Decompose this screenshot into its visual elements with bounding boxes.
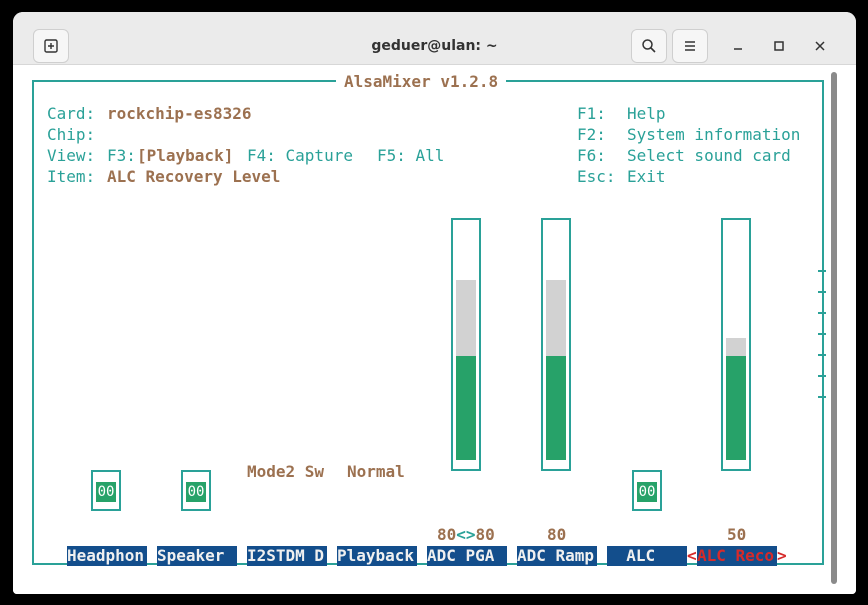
select-card-text: Select sound card	[627, 146, 791, 165]
view-capture[interactable]: F4: Capture	[247, 146, 353, 166]
close-icon	[815, 41, 825, 51]
selected-close-bracket: >	[777, 546, 787, 565]
channel-headphone[interactable]: Headphon	[67, 546, 147, 566]
channel-playback[interactable]: Playback	[337, 546, 417, 566]
scale-tick	[818, 375, 826, 377]
slider-alc-recovery[interactable]	[721, 218, 751, 471]
channel-i2stdm[interactable]: I2STDM D	[247, 546, 327, 566]
switch-speaker[interactable]: 00	[181, 470, 211, 511]
scale-tick	[818, 270, 826, 272]
channel-speaker[interactable]: Speaker	[157, 546, 237, 566]
slider-level	[546, 356, 566, 460]
help-key: F1:	[577, 104, 606, 123]
value-separator: <>	[456, 525, 476, 544]
exit-text: Exit	[627, 167, 666, 186]
switch-alc[interactable]: 00	[632, 470, 662, 511]
slider-level	[456, 356, 476, 460]
scale-tick	[818, 312, 826, 314]
card-value: rockchip-es8326	[107, 104, 252, 123]
sysinfo-text: System information	[627, 125, 801, 144]
search-button[interactable]	[631, 29, 667, 63]
channel-adc-ramp[interactable]: ADC Ramp	[517, 546, 597, 566]
help-text: Help	[627, 104, 666, 123]
switch-value: 00	[637, 482, 657, 502]
mode2-sw-value[interactable]: Normal	[347, 462, 405, 482]
exit-key: Esc:	[577, 167, 616, 186]
close-button[interactable]	[810, 36, 830, 56]
card-label: Card:	[47, 104, 96, 123]
value-right: 80	[475, 525, 495, 544]
scale-tick	[818, 354, 826, 356]
mixer-title: AlsaMixer v1.2.8	[336, 72, 507, 92]
select-card-key: F6:	[577, 146, 606, 165]
minimize-button[interactable]	[728, 36, 748, 56]
switch-headphone[interactable]: 00	[91, 470, 121, 511]
view-all[interactable]: F5: All	[377, 146, 444, 166]
hamburger-menu-icon	[685, 41, 695, 51]
menu-button[interactable]	[672, 29, 708, 63]
channel-alc-recovery-selected[interactable]: ALC Reco	[697, 546, 777, 566]
selected-open-bracket: <	[687, 546, 697, 565]
value-left: 80	[437, 525, 457, 544]
slider-adc-pga[interactable]	[451, 218, 481, 471]
sysinfo-key: F2:	[577, 125, 606, 144]
mode2-sw-name: Mode2 Sw	[247, 462, 325, 481]
channel-alc[interactable]: ALC	[607, 546, 687, 566]
scale-tick	[818, 291, 826, 293]
value-adc-pga: 80<>80	[437, 525, 495, 545]
terminal-window: geduer@ulan: ~ AlsaMixer v1.2.8 Card: ro…	[13, 12, 856, 594]
slider-level	[726, 356, 746, 460]
value-alc-recovery: 50	[727, 525, 747, 544]
scale-tick	[818, 333, 826, 335]
view-playback[interactable]: [Playback]	[137, 146, 233, 166]
item-label: Item:	[47, 167, 96, 186]
scale-tick	[818, 396, 826, 398]
switch-value: 00	[186, 482, 206, 502]
value-adc-ramp: 80	[547, 525, 567, 544]
view-label: View:	[47, 146, 96, 165]
terminal-scrollbar[interactable]	[829, 72, 839, 584]
search-icon	[642, 39, 656, 53]
switch-value: 00	[96, 482, 116, 502]
item-value: ALC Recovery Level	[107, 167, 281, 186]
maximize-icon	[774, 41, 784, 51]
chip-label: Chip:	[47, 125, 96, 144]
terminal-area[interactable]: AlsaMixer v1.2.8 Card: rockchip-es8326 C…	[13, 66, 856, 594]
scrollbar-thumb[interactable]	[831, 72, 837, 584]
maximize-button[interactable]	[769, 36, 789, 56]
channel-adc-pga[interactable]: ADC PGA	[427, 546, 507, 566]
slider-adc-ramp[interactable]	[541, 218, 571, 471]
minimize-icon	[734, 48, 742, 50]
title-bar: geduer@ulan: ~	[13, 12, 856, 65]
view-f3-key: F3:	[107, 146, 136, 165]
